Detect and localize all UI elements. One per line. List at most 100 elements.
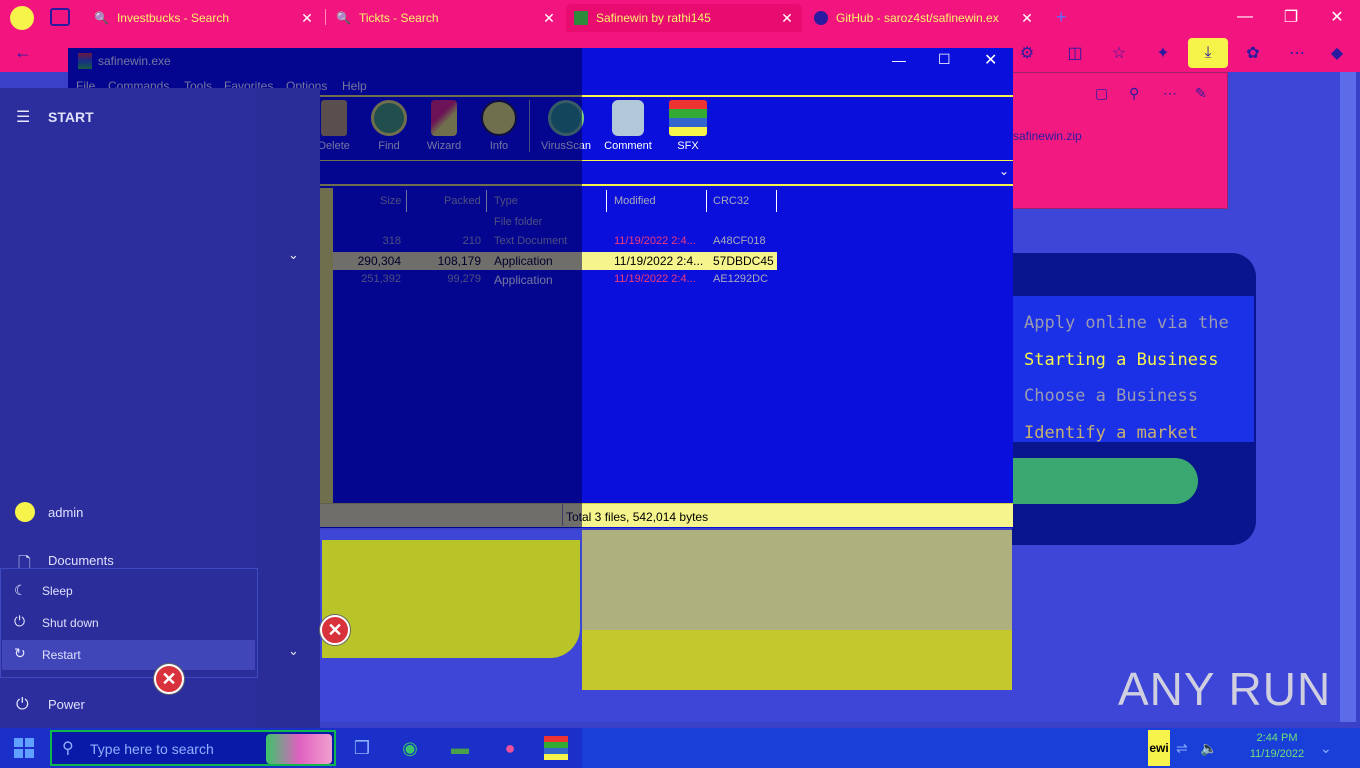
restart-option[interactable]: Restart — [42, 648, 81, 662]
tab-tickts[interactable]: 🔍 Tickts - Search ✕ — [328, 4, 564, 32]
cell-size: 318 — [382, 235, 401, 247]
chevron-down-icon[interactable]: ⌄ — [288, 247, 299, 263]
file-explorer-icon[interactable]: ▬ — [446, 734, 474, 762]
tool-label: Comment — [604, 140, 652, 152]
split-screen-icon[interactable]: ◫ — [1062, 40, 1088, 66]
close-window-icon[interactable]: ✕ — [1314, 4, 1360, 30]
table-row[interactable]: File folder — [333, 214, 777, 232]
cell-size: 290,304 — [357, 254, 401, 268]
close-icon[interactable]: ✕ — [780, 10, 794, 27]
user-name[interactable]: admin — [48, 505, 83, 520]
comment-button[interactable]: Comment — [600, 100, 656, 152]
shield-icon — [548, 100, 584, 136]
chevron-down-icon[interactable]: ⌄ — [288, 643, 299, 659]
chevron-down-icon[interactable]: ⌄ — [999, 164, 1009, 178]
address-bar[interactable]: ⌄ — [320, 160, 1013, 186]
close-icon[interactable]: ✕ — [1020, 10, 1034, 27]
download-filename[interactable]: safinewin.zip — [1013, 129, 1082, 143]
github-icon — [814, 11, 828, 25]
sfx-button[interactable]: SFX — [660, 100, 716, 152]
minimize-icon[interactable]: — — [892, 52, 906, 68]
cell-crc: A48CF018 — [713, 235, 766, 247]
volume-icon[interactable]: 🔈 — [1200, 740, 1217, 757]
trash-icon — [321, 100, 347, 136]
wizard-button[interactable]: Wizard — [416, 100, 472, 152]
firefox-icon[interactable]: ● — [496, 734, 524, 762]
hamburger-icon[interactable]: ☰ — [16, 107, 30, 127]
column-divider — [776, 190, 777, 212]
column-packed[interactable]: Packed — [444, 195, 481, 207]
extensions-icon[interactable]: ✦ — [1150, 40, 1176, 66]
column-divider — [406, 190, 407, 212]
documents-link[interactable]: Documents — [48, 553, 114, 568]
edge-icon[interactable]: ◉ — [396, 734, 424, 762]
shutdown-option[interactable]: Shut down — [42, 616, 99, 630]
maximize-icon[interactable]: ☐ — [938, 51, 951, 68]
virusscan-button[interactable]: VirusScan — [538, 100, 594, 152]
browser-tab-bar: 🔍 Investbucks - Search ✕ 🔍 Tickts - Sear… — [0, 0, 1360, 34]
more-icon[interactable]: ⋯ — [1284, 40, 1310, 66]
system-clock[interactable]: 2:44 PM 11/19/2022 — [1232, 730, 1322, 762]
cell-type: Application — [494, 273, 553, 287]
cell-modified: 11/19/2022 2:4... — [614, 254, 704, 268]
tool-label: Delete — [318, 140, 350, 152]
workspaces-icon[interactable] — [50, 8, 70, 26]
column-modified[interactable]: Modified — [614, 195, 656, 207]
table-row-selected[interactable]: 290,304 108,179 Application 11/19/2022 2… — [333, 252, 777, 270]
column-size[interactable]: Size — [380, 195, 401, 207]
close-icon[interactable]: ✕ — [984, 50, 997, 70]
info-button[interactable]: Info — [471, 100, 527, 152]
winrar-taskbar-icon[interactable] — [544, 736, 568, 760]
start-menu-tiles — [256, 88, 320, 728]
pin-icon[interactable]: ✎ — [1195, 85, 1207, 102]
window-title: safinewin.exe — [98, 54, 171, 68]
new-tab-icon[interactable]: + — [1056, 7, 1067, 28]
back-icon[interactable]: ← — [14, 42, 32, 63]
power-button[interactable]: Power — [48, 697, 85, 712]
network-icon[interactable]: ⇌ — [1176, 740, 1188, 757]
site-favicon-icon — [574, 11, 588, 25]
search-icon[interactable]: ⚲ — [1129, 85, 1139, 102]
column-crc32[interactable]: CRC32 — [713, 195, 749, 207]
table-row[interactable]: 318 210 Text Document 11/19/2022 2:4... … — [333, 233, 777, 251]
favorites-icon[interactable]: ☆ — [1106, 40, 1132, 66]
profile-avatar[interactable] — [10, 6, 34, 30]
column-divider — [486, 190, 487, 212]
downloads-panel: ▢ ⚲ ⋯ ✎ safinewin.zip — [1012, 72, 1228, 209]
download-icon[interactable]: ⤓ — [1188, 38, 1228, 68]
magnifier-icon — [371, 100, 407, 136]
tool-label: Info — [489, 140, 509, 152]
action-button[interactable] — [1012, 458, 1198, 504]
page-scrollbar[interactable] — [1340, 72, 1356, 722]
copilot-icon[interactable]: ✿ — [1240, 40, 1266, 66]
tab-github[interactable]: GitHub - saroz4st/safinewin.ex ✕ — [806, 4, 1042, 32]
tab-safinewin[interactable]: Safinewin by rathi145 ✕ — [566, 4, 802, 32]
user-avatar[interactable] — [15, 502, 35, 522]
browser-essentials-icon[interactable]: ◆ — [1324, 40, 1350, 66]
table-row[interactable]: 251,392 99,279 Application 11/19/2022 2:… — [333, 271, 777, 289]
taskbar-search-input[interactable]: ⚲ Type here to search — [50, 730, 336, 766]
notifications-icon[interactable]: ⌄ — [1320, 740, 1332, 757]
close-icon[interactable]: ✕ — [542, 10, 556, 27]
menu-help[interactable]: Help — [342, 79, 367, 93]
close-icon[interactable]: ✕ — [300, 10, 314, 27]
tab-investbucks[interactable]: 🔍 Investbucks - Search ✕ — [86, 4, 322, 32]
task-view-icon[interactable]: ❒ — [348, 734, 376, 762]
settings-icon[interactable]: ⚙ — [1014, 40, 1040, 66]
column-type[interactable]: Type — [494, 195, 518, 207]
minimize-icon[interactable]: — — [1222, 4, 1268, 30]
more-icon[interactable]: ⋯ — [1163, 85, 1177, 102]
restore-icon[interactable]: ❐ — [1268, 4, 1314, 30]
find-button[interactable]: Find — [361, 100, 417, 152]
power-icon[interactable]: ⏻ — [16, 696, 29, 714]
restart-option-highlight[interactable] — [2, 640, 255, 670]
tab-title: Tickts - Search — [358, 11, 439, 25]
tray-label[interactable]: ewi — [1148, 730, 1170, 766]
windows-start-icon[interactable] — [14, 738, 34, 758]
shutdown-icon: ⏻ — [14, 613, 26, 629]
page-graphic — [582, 530, 1012, 630]
cell-packed: 108,179 — [437, 254, 481, 268]
sleep-option[interactable]: Sleep — [42, 584, 73, 598]
search-icon: 🔍 — [336, 11, 351, 25]
open-folder-icon[interactable]: ▢ — [1095, 85, 1108, 102]
